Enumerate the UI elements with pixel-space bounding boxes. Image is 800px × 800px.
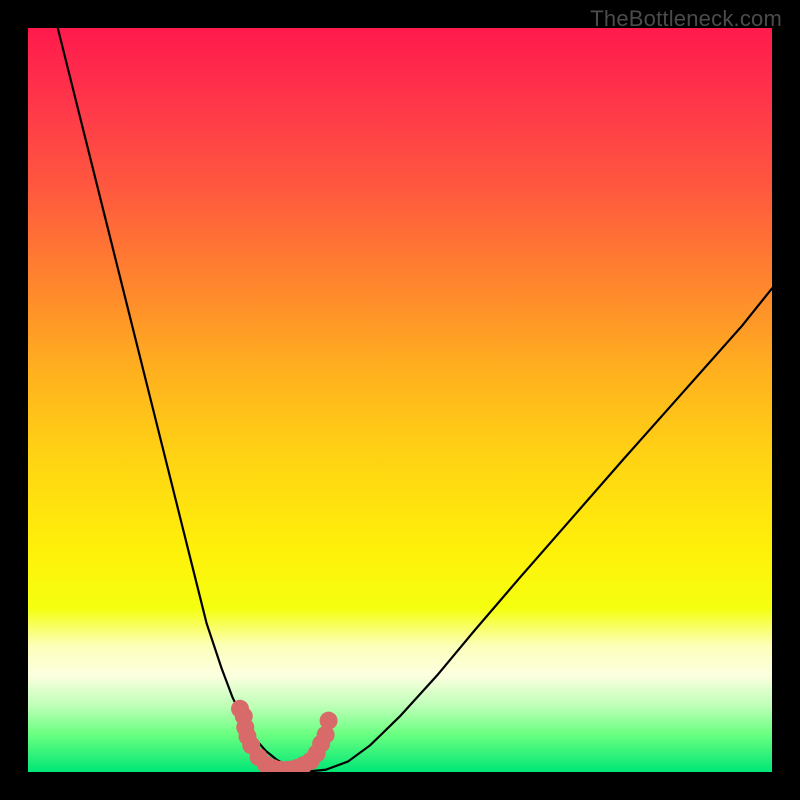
bottleneck-curve bbox=[58, 28, 772, 771]
marker-dot bbox=[320, 712, 338, 730]
curve-layer bbox=[28, 28, 772, 772]
plot-area bbox=[28, 28, 772, 772]
watermark-text: TheBottleneck.com bbox=[590, 6, 782, 32]
chart-frame: TheBottleneck.com bbox=[0, 0, 800, 800]
highlight-dots bbox=[231, 700, 338, 772]
